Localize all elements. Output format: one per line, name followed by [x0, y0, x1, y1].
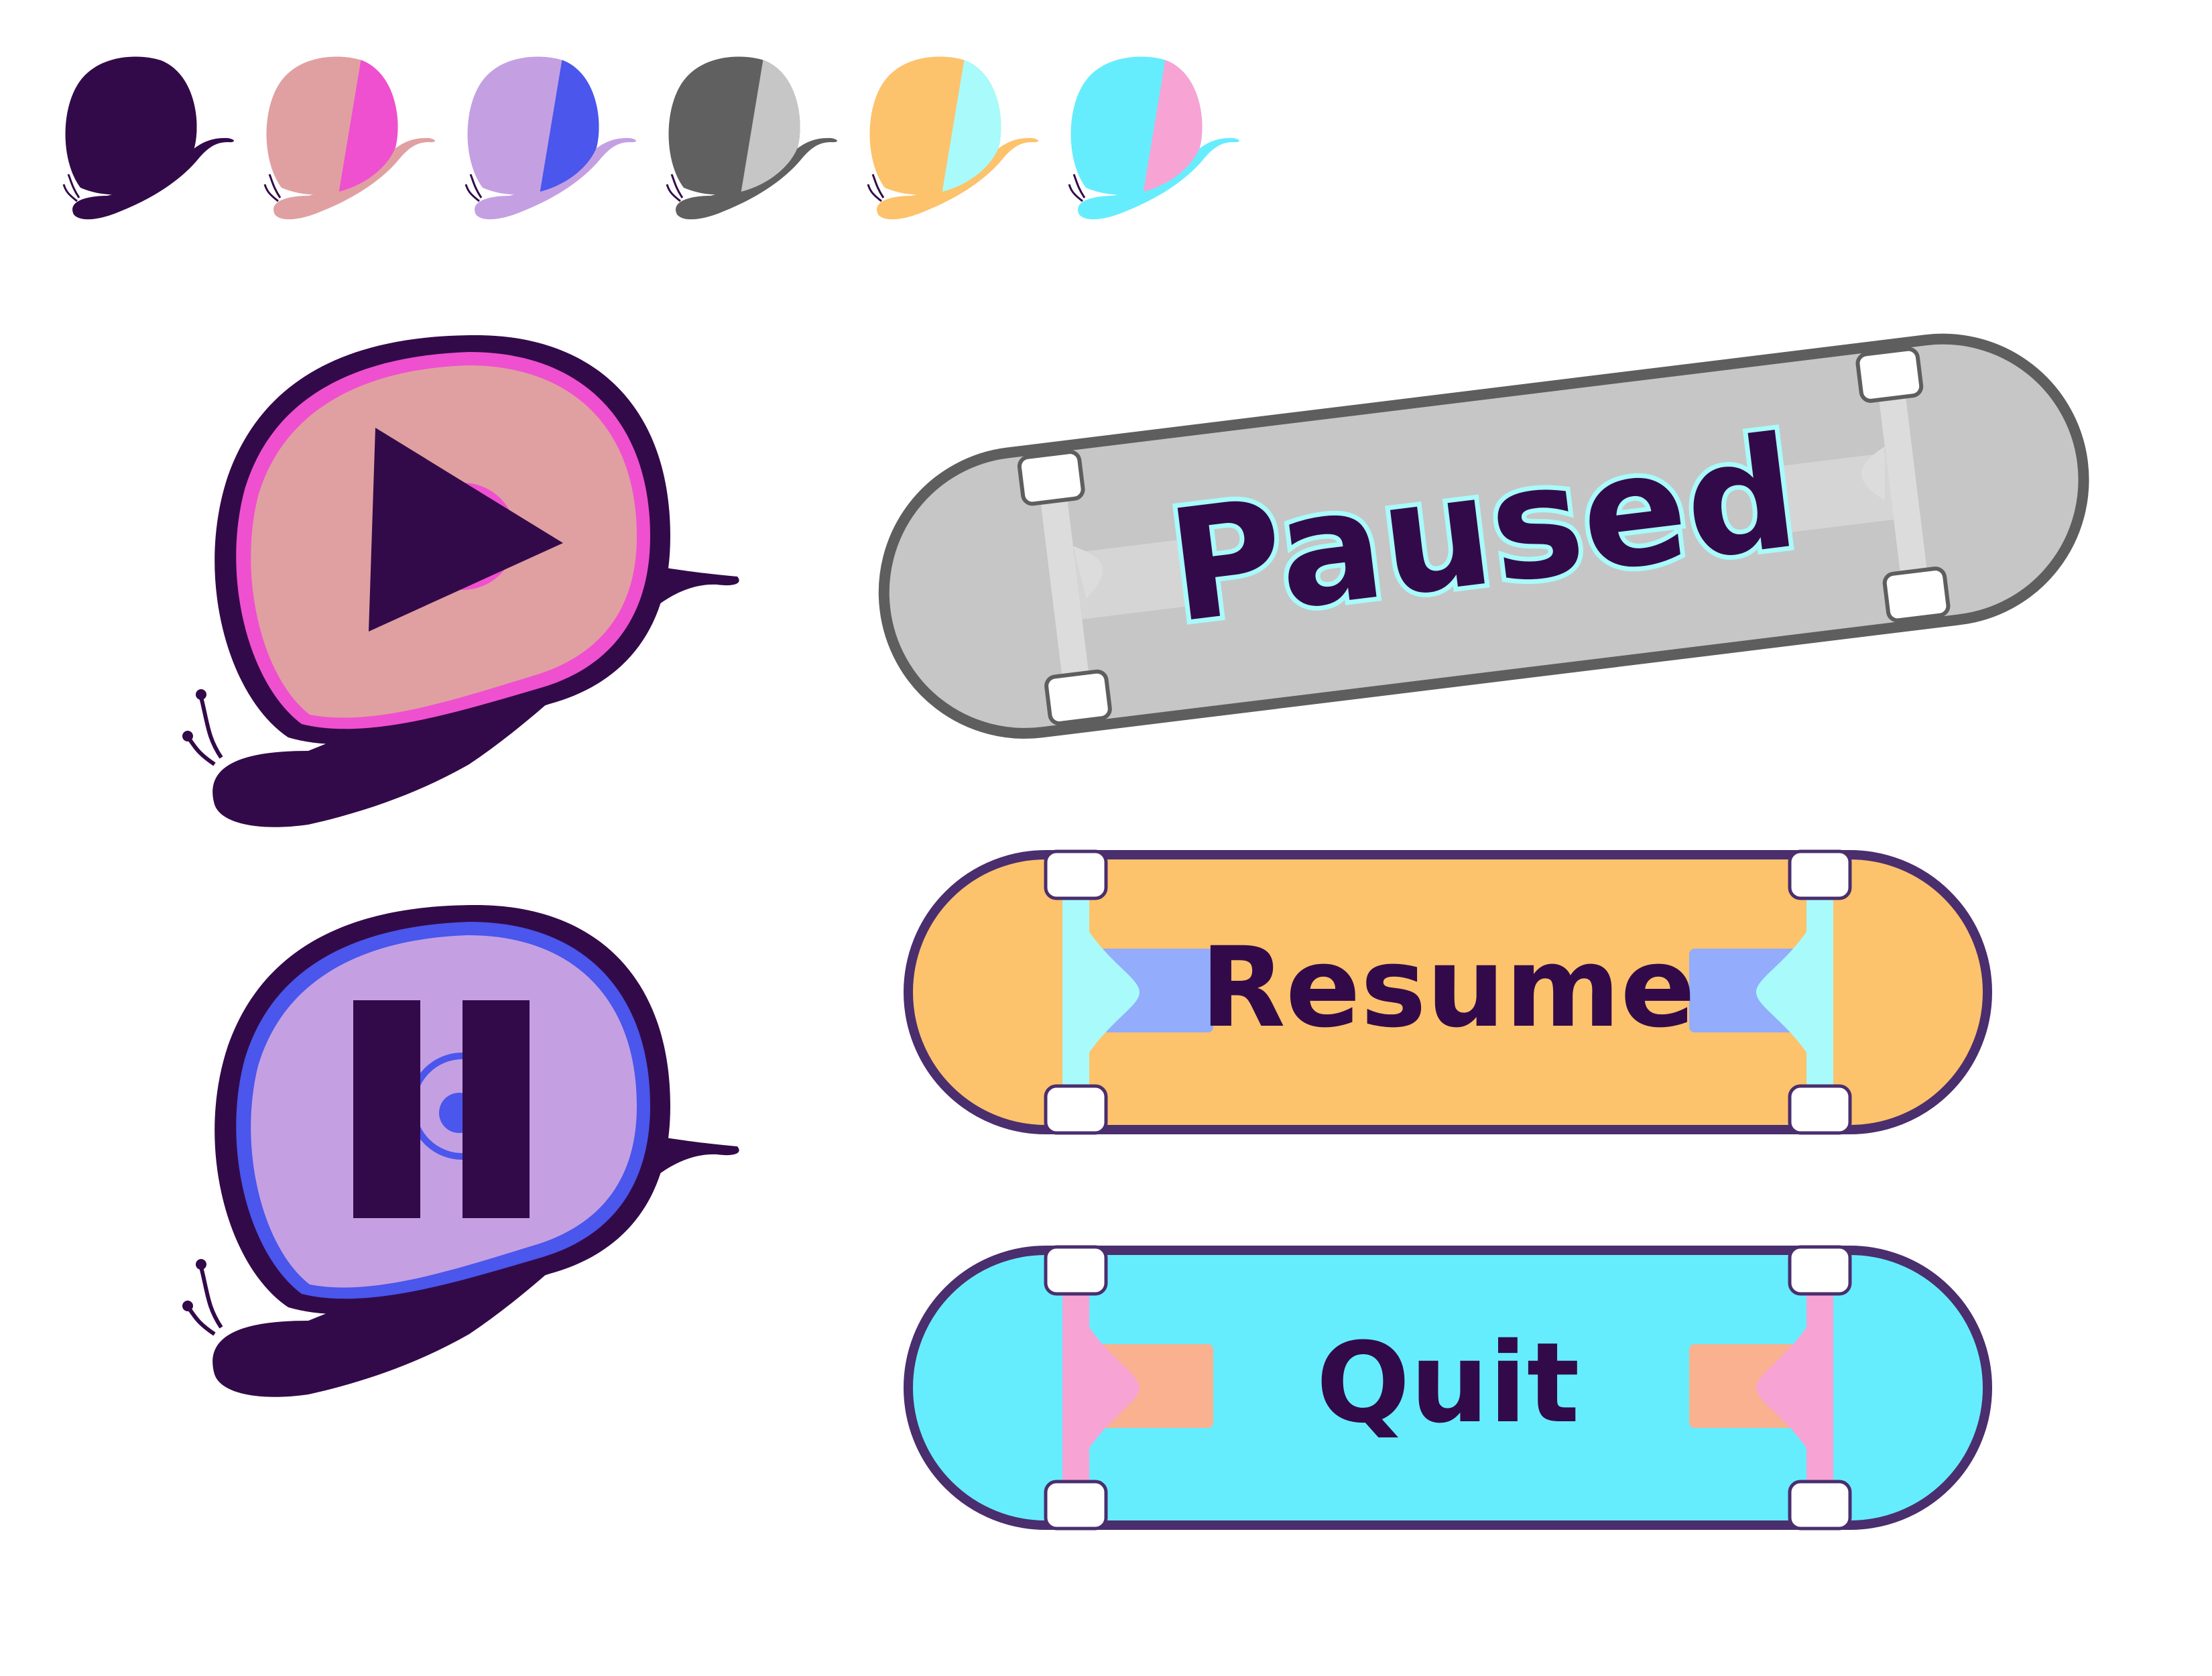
palette-swatch-grey — [666, 56, 837, 220]
snail-antenna-1-tip — [182, 731, 193, 741]
snail-palette-swatches — [60, 54, 1267, 228]
snail-antenna-2 — [199, 697, 223, 759]
palette-swatch-dark — [62, 56, 234, 220]
paused-board-svg: Paused — [878, 333, 2089, 739]
resume-board-svg: Resume — [904, 849, 1992, 1135]
board-wheel — [1882, 566, 1951, 623]
board-wheel — [1788, 1084, 1852, 1135]
board-wheel — [1017, 450, 1085, 506]
pause-snail-button[interactable] — [154, 892, 757, 1428]
pause-icon-bar-left — [353, 1000, 420, 1218]
quit-button-label: Quit — [1316, 1319, 1579, 1447]
snail-antenna-2-tip — [196, 1259, 206, 1270]
board-wheel — [1044, 669, 1112, 725]
resume-button[interactable]: Resume — [898, 831, 1998, 1153]
paused-title-board: Paused — [858, 282, 2105, 751]
palette-swatch-cyan — [1068, 56, 1239, 220]
palette-swatch-lavender — [465, 56, 636, 220]
board-wheel — [1044, 1084, 1108, 1135]
board-wheel — [1788, 1480, 1852, 1531]
play-snail-svg — [182, 335, 739, 827]
snail-antenna-2-tip — [196, 689, 206, 700]
snail-antenna-2 — [199, 1266, 223, 1329]
pause-snail-svg — [182, 905, 739, 1397]
palette-swatch-orange — [867, 56, 1038, 220]
play-snail-button[interactable] — [154, 322, 757, 858]
board-wheel — [1788, 1245, 1852, 1296]
resume-button-label: Resume — [1201, 923, 1695, 1052]
board-wheel — [1044, 849, 1108, 900]
board-wheel — [1044, 1480, 1108, 1531]
quit-board-svg: Quit — [904, 1245, 1992, 1531]
snail-antenna-1-tip — [182, 1301, 193, 1311]
board-wheel — [1855, 347, 1924, 403]
board-wheel — [1788, 849, 1852, 900]
palette-swatch-rose — [263, 56, 435, 220]
pause-icon-bar-right — [463, 1000, 530, 1218]
board-wheel — [1044, 1245, 1108, 1296]
quit-button[interactable]: Quit — [898, 1227, 1998, 1549]
palette-swatches-svg — [62, 56, 1239, 220]
